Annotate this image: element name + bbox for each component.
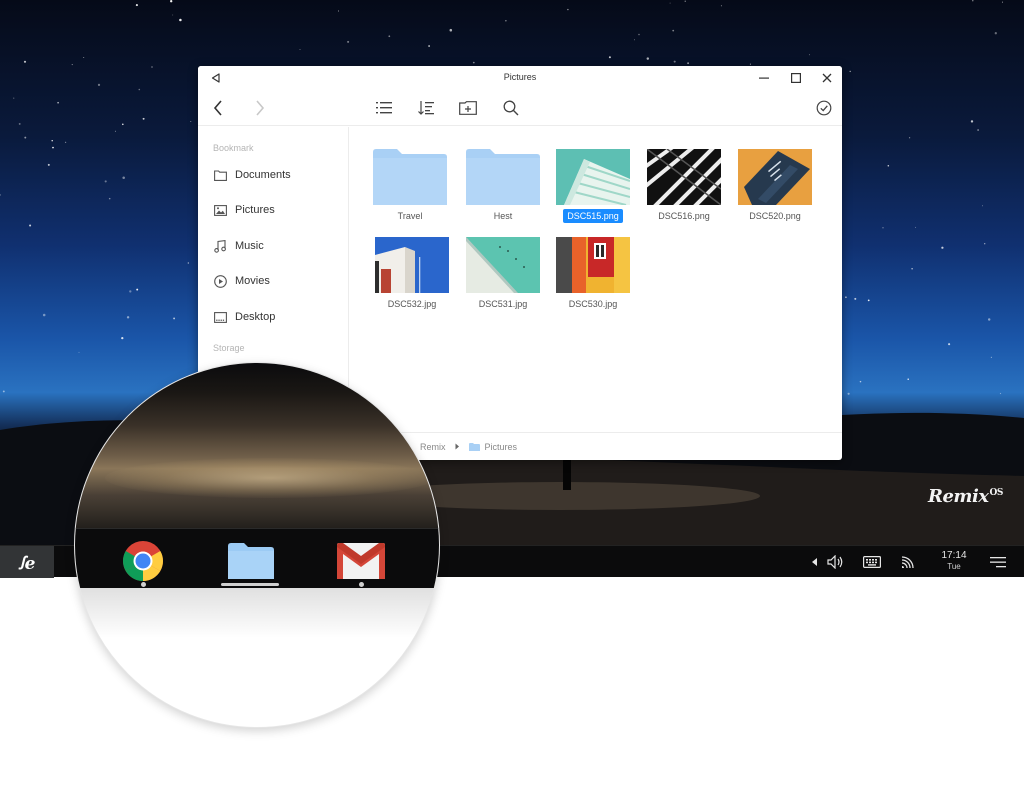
select-check-icon[interactable] bbox=[810, 94, 838, 122]
file-tile-dsc516[interactable]: DSC516.png bbox=[644, 149, 724, 224]
image-thumbnail bbox=[647, 149, 721, 205]
sidebar-item-label: Pictures bbox=[235, 204, 275, 216]
remix-os-logo: RemixOS bbox=[928, 486, 1003, 507]
sidebar-heading-bookmark: Bookmark bbox=[213, 143, 254, 153]
start-button[interactable]: ꭍe bbox=[0, 546, 54, 578]
file-name: Hest bbox=[493, 211, 513, 221]
gmail-icon bbox=[337, 543, 385, 579]
sidebar-item-label: Music bbox=[235, 240, 264, 252]
minimize-icon[interactable] bbox=[750, 66, 778, 90]
lens-shadow bbox=[75, 588, 439, 638]
sidebar-item-label: Movies bbox=[235, 275, 270, 287]
file-name: DSC520.png bbox=[749, 211, 801, 221]
dock-active-indicator bbox=[221, 583, 279, 586]
dock-app-gmail[interactable] bbox=[337, 537, 385, 585]
lens-wallpaper bbox=[75, 363, 439, 528]
cast-icon[interactable] bbox=[897, 546, 921, 578]
files-folder-icon bbox=[228, 543, 274, 579]
sidebar-item-label: Documents bbox=[235, 169, 291, 181]
file-tile-dsc531[interactable]: DSC531.jpg bbox=[463, 237, 543, 312]
sidebar-item-movies[interactable]: Movies bbox=[198, 266, 348, 296]
list-view-icon[interactable] bbox=[370, 94, 398, 122]
music-note-icon bbox=[213, 239, 227, 253]
file-name: DSC515.png bbox=[563, 209, 623, 223]
folder-icon bbox=[373, 149, 447, 205]
path-separator-icon bbox=[455, 443, 460, 450]
file-name: Travel bbox=[397, 211, 423, 221]
file-tile-dsc520[interactable]: DSC520.png bbox=[735, 149, 815, 224]
folder-icon bbox=[466, 149, 540, 205]
tray-expand-icon[interactable] bbox=[809, 546, 821, 578]
sidebar-item-pictures[interactable]: Pictures bbox=[198, 195, 348, 225]
sort-icon[interactable] bbox=[412, 94, 440, 122]
search-icon[interactable] bbox=[497, 94, 525, 122]
file-name: DSC530.jpg bbox=[568, 299, 618, 309]
file-name: DSC531.jpg bbox=[478, 299, 528, 309]
file-tile-hest[interactable]: Hest bbox=[463, 149, 543, 224]
play-circle-icon bbox=[213, 274, 227, 288]
file-tile-dsc532[interactable]: DSC532.jpg bbox=[372, 237, 452, 312]
forward-icon[interactable] bbox=[246, 94, 274, 122]
image-thumbnail bbox=[556, 149, 630, 205]
clock-day: Tue bbox=[947, 562, 961, 571]
sidebar-item-documents[interactable]: Documents bbox=[198, 160, 348, 190]
lens-light-glow bbox=[105, 458, 435, 498]
dock-app-files[interactable] bbox=[227, 537, 275, 585]
image-thumbnail bbox=[738, 149, 812, 205]
clock[interactable]: 17:14 Tue bbox=[934, 550, 974, 572]
dock bbox=[75, 528, 439, 588]
chrome-icon bbox=[123, 541, 163, 581]
close-icon[interactable] bbox=[813, 66, 841, 90]
window-title: Pictures bbox=[503, 72, 537, 82]
file-tile-travel[interactable]: Travel bbox=[370, 149, 450, 224]
image-thumbnail bbox=[375, 237, 449, 293]
image-thumbnail bbox=[466, 237, 540, 293]
clock-time: 17:14 bbox=[941, 550, 967, 561]
title-bar[interactable]: Pictures bbox=[198, 66, 842, 90]
keyboard-icon[interactable] bbox=[860, 546, 884, 578]
folder-outline-icon bbox=[213, 168, 227, 182]
sidebar-item-label: Desktop bbox=[235, 311, 276, 323]
dock-app-chrome[interactable] bbox=[119, 537, 167, 585]
image-thumbnail bbox=[556, 237, 630, 293]
magnifier-lens bbox=[74, 362, 440, 728]
sidebar-item-music[interactable]: Music bbox=[198, 231, 348, 261]
remix-start-logo: ꭍe bbox=[18, 553, 36, 574]
folder-icon bbox=[468, 442, 480, 451]
dock-running-indicator bbox=[141, 582, 146, 587]
desktop-icon bbox=[213, 310, 227, 324]
image-icon bbox=[213, 203, 227, 217]
file-tile-dsc515[interactable]: DSC515.png bbox=[553, 149, 633, 224]
file-name: DSC532.jpg bbox=[387, 299, 437, 309]
new-folder-icon[interactable] bbox=[454, 94, 482, 122]
maximize-icon[interactable] bbox=[782, 66, 810, 90]
dock-running-indicator bbox=[359, 582, 364, 587]
notification-menu-icon[interactable] bbox=[986, 546, 1010, 578]
back-icon[interactable] bbox=[204, 94, 232, 122]
sidebar-heading-storage: Storage bbox=[213, 343, 245, 353]
sidebar-item-desktop[interactable]: Desktop bbox=[198, 302, 348, 332]
file-tile-dsc530[interactable]: DSC530.jpg bbox=[553, 237, 633, 312]
file-name: DSC516.png bbox=[658, 211, 710, 221]
volume-icon[interactable] bbox=[824, 546, 848, 578]
toolbar bbox=[198, 90, 842, 126]
path-segment-current[interactable]: Pictures bbox=[485, 442, 518, 452]
